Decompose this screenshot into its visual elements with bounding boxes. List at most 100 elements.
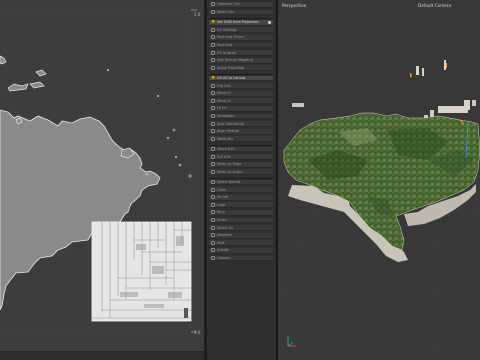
tool-item[interactable]: Select Islands (209, 179, 273, 186)
tool-settings-icon[interactable] (267, 20, 271, 25)
tool-x-icon: ✖ (211, 19, 216, 26)
tool-separator (209, 144, 273, 146)
tool-box-icon (211, 83, 215, 88)
tool-item-label: Apply Projection (217, 65, 245, 70)
tool-box-icon (211, 255, 215, 260)
tool-item[interactable]: Relax UVs (209, 9, 273, 16)
tool-item-label: Flip UVs (217, 83, 231, 88)
tool-item-label: Relax by Angle (217, 169, 243, 174)
tool-item[interactable]: Fit UV (209, 106, 273, 112)
tool-item[interactable]: Align Horizontal (209, 121, 273, 127)
tool-item[interactable]: Pack UVs (209, 42, 273, 49)
viewport-canvas[interactable] (278, 0, 480, 360)
tool-separator (209, 177, 273, 179)
uv-tile-region[interactable] (91, 221, 192, 322)
tool-item[interactable]: Deselect (209, 232, 273, 239)
tool-box-icon (211, 129, 215, 134)
tool-item-label: Align Vertical (217, 129, 240, 134)
tool-item-label: Weld UVs (217, 136, 233, 141)
uv-island-small[interactable] (0, 55, 7, 65)
uv-tools-panel: Optimize UVs Relax UVs ✖ Set UVW from Proje… (207, 0, 276, 360)
tool-item[interactable]: Align Vertical (209, 128, 273, 135)
uv-island-small[interactable] (35, 69, 47, 77)
uv-island-small[interactable] (7, 83, 29, 92)
uv-corner-marks (191, 9, 197, 333)
tool-item[interactable]: Flip UVs (209, 83, 273, 89)
tool-box-icon (211, 2, 215, 7)
tool-item-label: Mirror V (217, 98, 231, 103)
terrain-mesh[interactable] (283, 112, 480, 251)
tool-item[interactable]: Relax by Edge (209, 161, 273, 168)
tool-item[interactable]: Cut UVs (209, 154, 273, 160)
tool-item[interactable]: Grow (209, 187, 273, 193)
tool-item[interactable]: Unhide (209, 248, 273, 254)
tool-item-label: Relax by Edge (217, 162, 242, 167)
tool-box-icon (211, 187, 215, 192)
tool-item[interactable]: Invert (209, 217, 273, 224)
tool-item[interactable]: Ring (209, 210, 273, 216)
tool-box-icon (211, 146, 215, 151)
tool-box-icon (211, 195, 215, 200)
tool-box-icon (211, 35, 215, 40)
tool-item[interactable]: Mirror V (209, 98, 273, 105)
tool-item-label: UV Unwrap (217, 50, 236, 55)
tool-item-label: Options (217, 255, 231, 260)
uv-editor-panel[interactable]: 1.0 1.0 (0, 0, 204, 360)
tool-box-icon (211, 42, 215, 47)
tool-item[interactable]: Relax by Angle (209, 169, 273, 176)
tool-item[interactable]: Mirror U (209, 90, 273, 97)
tool-item-label: Optimize UVs (217, 2, 240, 7)
tool-box-icon (211, 225, 215, 230)
tool-item-label: Hide (217, 240, 225, 245)
tool-item[interactable]: Hide (209, 240, 273, 247)
tool-item-label: Deselect (217, 233, 232, 238)
tool-item[interactable]: Add Texture Mapping (209, 57, 273, 64)
tool-box-icon (211, 50, 215, 55)
tool-item-label: Unhide (217, 248, 229, 253)
tool-item-label: Ring (217, 210, 225, 215)
tool-item[interactable]: ✖ Set UVW from Projection (209, 19, 273, 26)
viewport-view-label[interactable]: Perspective (282, 3, 306, 8)
tool-item-label: Fit UV (217, 106, 227, 111)
tool-box-icon (211, 113, 215, 118)
axis-gizmo (287, 336, 296, 347)
tool-item[interactable]: Select All (209, 225, 273, 231)
tool-item-label: Relax UVs (217, 9, 234, 14)
uv-island-small[interactable] (29, 81, 45, 89)
tool-item[interactable]: UV Settings (209, 27, 273, 34)
tool-item[interactable]: ✖ Fill UV to Canvas (209, 75, 273, 82)
tool-item[interactable]: Loop (209, 202, 273, 209)
tool-separator (209, 73, 273, 75)
tool-item-label: Align Horizontal (217, 121, 244, 126)
tool-box-icon (211, 121, 215, 126)
tool-box-icon (211, 9, 215, 14)
tool-x-icon: ✖ (211, 75, 216, 81)
uv-status-bar (0, 351, 204, 360)
tool-item-label: Mirror U (217, 91, 231, 96)
tool-box-icon (211, 98, 215, 103)
tool-item-label: Select Islands (217, 179, 241, 184)
uv-coordinate-label: 1.0 (194, 330, 201, 335)
tool-box-icon (211, 106, 215, 111)
tool-separator (209, 17, 273, 19)
tool-box-icon (211, 162, 215, 167)
tool-item-label: Straighten (217, 113, 235, 118)
tool-item[interactable]: Apply Projection (209, 65, 273, 72)
tool-item[interactable]: Optimize UVs (209, 2, 273, 8)
viewport-camera-label[interactable]: Default Camera (418, 3, 451, 8)
tool-box-icon (211, 210, 215, 215)
tool-item[interactable]: Weld UVs (209, 136, 273, 143)
tool-item[interactable]: Pack and Orient (209, 35, 273, 41)
uv-canvas[interactable] (0, 0, 204, 360)
tool-item[interactable]: Options (209, 255, 273, 262)
tool-item[interactable]: Straighten (209, 113, 273, 120)
tool-box-icon (211, 240, 215, 245)
tool-item[interactable]: UV Unwrap (209, 50, 273, 56)
tool-item-label: Fill UV to Canvas (217, 75, 246, 80)
app-window: 1.0 1.0 Optimize UVs Relax UVs ✖ Set UVW fr… (0, 0, 480, 360)
perspective-viewport[interactable]: Perspective Default Camera (278, 0, 480, 360)
tool-item[interactable]: Shrink (209, 194, 273, 201)
tool-item-label: Add Texture Mapping (217, 58, 253, 63)
floating-border-pieces (292, 60, 476, 123)
tool-item[interactable]: Stitch UVs (209, 146, 273, 153)
